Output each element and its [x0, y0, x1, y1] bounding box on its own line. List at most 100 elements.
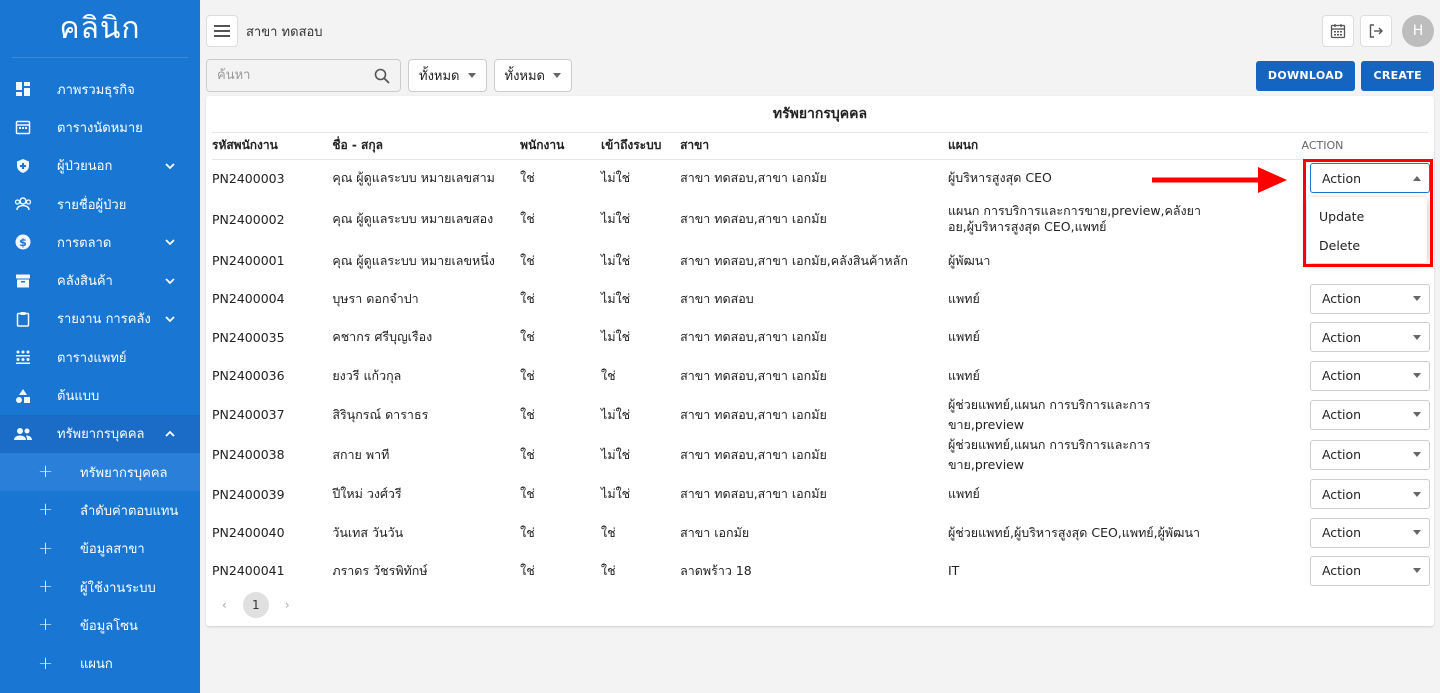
- action-select[interactable]: Action: [1309, 163, 1430, 194]
- table-cell: ไม่ใช่: [601, 486, 631, 502]
- sidebar-subitem-5[interactable]: + แผนก: [0, 644, 200, 682]
- hr-table: รหัสพนักงาน ชื่อ - สกุล พนักงาน เข้าถึงระบบ…: [212, 133, 1430, 590]
- action-cell: Action: [1215, 552, 1430, 590]
- plus-icon: +: [38, 652, 54, 674]
- page-number[interactable]: 1: [242, 592, 269, 618]
- sidebar-item-8[interactable]: ต้นแบบ: [0, 376, 200, 414]
- action-select[interactable]: Action: [1309, 399, 1430, 430]
- table-cell: คชากร ศรีบุญเรือง: [332, 329, 433, 345]
- table-cell: สกาย พาที: [332, 446, 390, 462]
- action-select[interactable]: Action: [1309, 283, 1430, 314]
- table-cell: ใช่: [520, 486, 535, 502]
- logout-icon: [1369, 24, 1383, 38]
- table-row: PN2400040 วันเทส วันวัน ใช่ ใช่ สาขา เอกมัย ผ…: [212, 513, 1430, 551]
- sidebar-subitem-label: ผู้ใช้งานระบบ: [80, 580, 156, 596]
- logout-button[interactable]: [1360, 15, 1392, 47]
- action-cell: Action: [1215, 318, 1430, 356]
- shapes-icon: [14, 387, 32, 405]
- caret-down-icon: [467, 73, 476, 78]
- table-cell: PN2400003: [212, 170, 285, 186]
- table-cell: ผู้พัฒนา: [947, 252, 991, 268]
- plus-icon: +: [38, 537, 54, 559]
- column-header: สาขา: [680, 133, 948, 160]
- chevron-down-icon: [164, 236, 176, 248]
- table-row: PN2400036 ยงวรี แก้วกุล ใช่ ใช่ สาขา ทดสอบ,ส…: [212, 357, 1430, 395]
- table-cell: คุณ ผู้ดูแลระบบ หมายเลขสาม: [332, 170, 495, 186]
- chevron-up-icon: [164, 428, 176, 440]
- table-cell: สาขา ทดสอบ: [680, 290, 754, 306]
- action-menu-item-update[interactable]: Update: [1307, 202, 1427, 231]
- column-header: แผนก: [947, 133, 1215, 160]
- create-button[interactable]: CREATE: [1361, 60, 1434, 91]
- sidebar-subitem-4[interactable]: + ข้อมูลโซน: [0, 606, 200, 644]
- sidebar-item-4[interactable]: $ การตลาด: [0, 223, 200, 261]
- action-select-label: Action: [1321, 329, 1362, 345]
- prev-page-icon[interactable]: ‹: [222, 598, 227, 612]
- calendar-button[interactable]: [1322, 15, 1354, 47]
- table-cell: ใช่: [520, 524, 535, 540]
- table-title: ทรัพยากรบุคคล: [212, 96, 1428, 133]
- menu-toggle-button[interactable]: [206, 15, 238, 47]
- filter-select-2[interactable]: ทั้งหมด: [493, 59, 572, 92]
- table-cell: ใช่: [520, 290, 535, 306]
- download-button[interactable]: DOWNLOAD: [1255, 60, 1356, 91]
- sidebar-item-2[interactable]: ผู้ป่วยนอก: [0, 147, 200, 185]
- sidebar-item-9[interactable]: ทรัพยากรบุคคล: [0, 414, 200, 453]
- table-cell: IT: [947, 563, 960, 579]
- filter-select-1[interactable]: ทั้งหมด: [408, 59, 487, 92]
- table-cell: ใช่: [520, 170, 535, 186]
- sidebar-subitem-1[interactable]: + ลำดับค่าตอบแทน: [0, 491, 200, 529]
- shield-icon: [14, 157, 32, 175]
- table-cell: PN2400002: [212, 211, 285, 227]
- table-cell: PN2400040: [212, 525, 285, 541]
- action-select-label: Action: [1321, 563, 1362, 579]
- action-select[interactable]: Action: [1309, 322, 1430, 353]
- column-header: เข้าถึงระบบ: [601, 133, 681, 160]
- caret-down-icon: [1412, 452, 1421, 458]
- action-cell: Action: [1215, 435, 1430, 475]
- inventory-icon: [14, 272, 32, 290]
- action-select[interactable]: Action: [1309, 439, 1430, 470]
- caret-down-icon: [553, 73, 561, 78]
- table-cell: PN2400039: [212, 486, 285, 502]
- next-page-icon[interactable]: ›: [285, 598, 290, 612]
- action-menu-item-delete[interactable]: Delete: [1307, 231, 1427, 260]
- caret-down-icon: [1412, 334, 1421, 340]
- table-cell: PN2400038: [212, 447, 285, 463]
- sidebar-item-3[interactable]: รายชื่อผู้ป่วย: [0, 185, 200, 223]
- sidebar-subitem-3[interactable]: + ผู้ใช้งานระบบ: [0, 568, 200, 606]
- table-cell: ยงวรี แก้วกุล: [332, 367, 402, 383]
- table-cell: ใช่: [601, 562, 616, 578]
- user-avatar[interactable]: H: [1402, 15, 1434, 47]
- table-cell: ไม่ใช่: [601, 329, 631, 345]
- table-cell: ใช่: [520, 367, 535, 383]
- action-menu: Update Delete: [1307, 197, 1427, 263]
- search-input[interactable]: [217, 68, 357, 83]
- action-select[interactable]: Action: [1309, 479, 1430, 510]
- table-cell: ใช่: [601, 524, 616, 540]
- table-cell: สาขา ทดสอบ,สาขา เอกมัย: [680, 486, 827, 502]
- search-icon[interactable]: [374, 68, 390, 84]
- dollar-icon: $: [14, 233, 32, 251]
- filter-bar: ทั้งหมด ทั้งหมด DOWNLOAD CREATE: [206, 59, 1434, 92]
- action-select[interactable]: Action: [1309, 360, 1430, 391]
- svg-text:$: $: [19, 236, 27, 249]
- table-cell: ผู้ช่วยแพทย์,ผู้บริหารสูงสุด CEO,แพทย์,ผ…: [947, 524, 1201, 540]
- sidebar-item-7[interactable]: ตารางแพทย์: [0, 338, 200, 376]
- sidebar-item-label: ต้นแบบ: [57, 389, 100, 405]
- action-select[interactable]: Action: [1309, 555, 1430, 586]
- sidebar-item-6[interactable]: รายงาน การคลัง: [0, 300, 200, 338]
- action-select-label: Action: [1321, 525, 1362, 541]
- action-select[interactable]: Action: [1309, 517, 1430, 548]
- table-cell: บุษรา ดอกจำปา: [332, 290, 419, 306]
- sidebar-subitem-2[interactable]: + ข้อมูลสาขา: [0, 530, 200, 568]
- red-arrow-annotation: [1152, 167, 1287, 193]
- sidebar-item-1[interactable]: ตารางนัดหมาย: [0, 108, 200, 146]
- sidebar-subitem-0[interactable]: + ทรัพยากรบุคคล: [0, 452, 200, 492]
- brand-logo: คลินิก: [12, 0, 188, 58]
- sidebar-subitem-label: แผนก: [80, 657, 113, 673]
- sidebar-item-0[interactable]: ภาพรวมธุรกิจ: [0, 70, 200, 108]
- table-cell: ใช่: [520, 329, 535, 345]
- sidebar-item-5[interactable]: คลังสินค้า: [0, 261, 200, 299]
- calendar-icon: [1330, 24, 1346, 39]
